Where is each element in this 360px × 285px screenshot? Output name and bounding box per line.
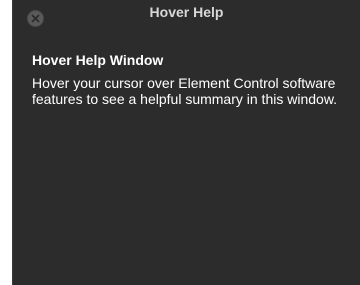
help-body-text: Hover your cursor over Element Control s…: [32, 75, 338, 107]
help-heading: Hover Help Window: [32, 52, 164, 68]
hover-help-window: Hover Help Hover Help Window Hover your …: [12, 0, 360, 285]
window-title: Hover Help: [149, 4, 224, 20]
help-content: Hover Help Window Hover your cursor over…: [32, 52, 344, 107]
title-bar: Hover Help: [13, 0, 360, 27]
